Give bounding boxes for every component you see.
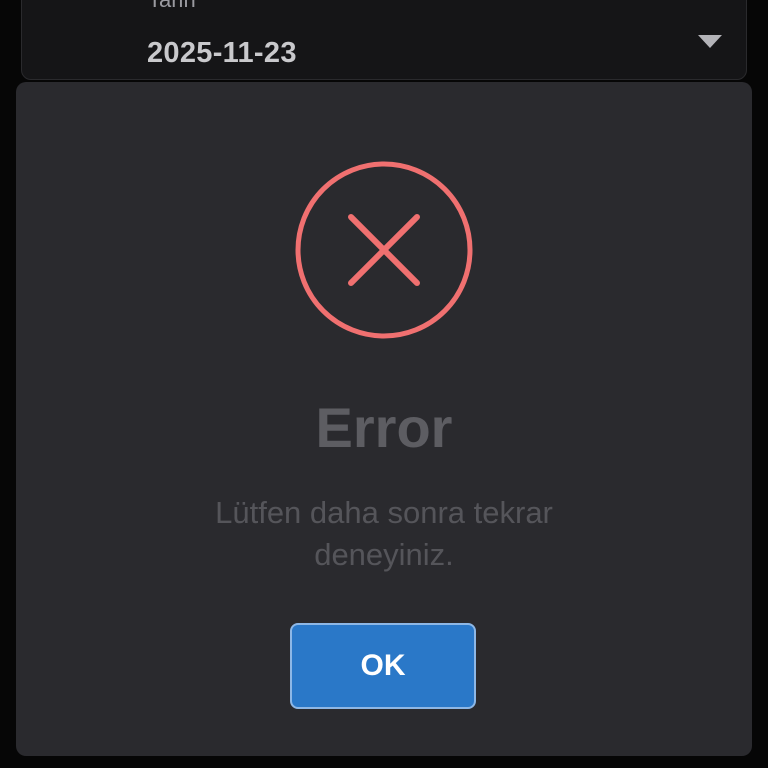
error-dialog: Error Lütfen daha sonra tekrar deneyiniz…: [16, 82, 752, 756]
screen: Tarih 2025-11-23 Error Lütfen daha sonra…: [0, 0, 768, 768]
date-field-label: Tarih: [148, 0, 196, 11]
ok-button[interactable]: OK: [290, 623, 476, 709]
chevron-down-icon[interactable]: [698, 35, 722, 48]
error-circle-x-icon: [295, 161, 473, 339]
date-select-field[interactable]: Tarih 2025-11-23: [21, 0, 747, 80]
dialog-message: Lütfen daha sonra tekrar deneyiniz.: [215, 495, 553, 572]
dialog-title: Error: [315, 396, 453, 459]
date-field-value: 2025-11-23: [147, 37, 297, 69]
